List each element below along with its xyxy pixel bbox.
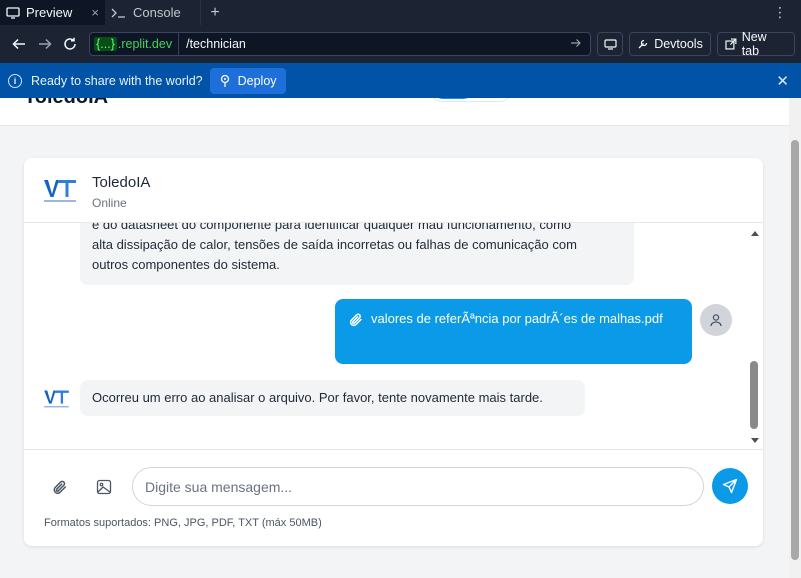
- attach-file-button[interactable]: [46, 473, 74, 501]
- message-scrollbar[interactable]: [749, 225, 762, 449]
- app-header: ToledoIA: [0, 98, 789, 126]
- tab-preview[interactable]: Preview ×: [0, 0, 105, 25]
- scroll-up-arrow-icon[interactable]: [751, 231, 759, 236]
- deploy-banner: i Ready to share with the world? Deploy …: [0, 63, 801, 98]
- user-avatar: [700, 304, 732, 336]
- attachment-filename[interactable]: valores de referÃªncia por padrÃ´es de m…: [371, 311, 663, 326]
- chat-header: ToledoIA Online: [24, 158, 763, 223]
- reload-button[interactable]: [57, 31, 83, 57]
- attach-image-button[interactable]: [90, 473, 118, 501]
- more-menu-icon[interactable]: ⋮: [773, 4, 787, 21]
- supported-formats-note: Formatos suportados: PNG, JPG, PDF, TXT …: [44, 517, 322, 529]
- browser-url-bar: {...} .replit.dev /technician Devtools N…: [0, 25, 801, 63]
- page-scroll-thumb[interactable]: [791, 140, 799, 560]
- terminal-icon: [111, 7, 127, 19]
- tab-console-label: Console: [133, 5, 181, 20]
- app-brand: ToledoIA: [24, 98, 108, 109]
- message-line: e do datasheet do componente para identi…: [92, 223, 572, 232]
- go-arrow-icon[interactable]: [570, 37, 586, 51]
- user-icon: [710, 314, 722, 327]
- address-bar[interactable]: {...} .replit.dev /technician: [89, 32, 592, 56]
- address-braces: {...}: [94, 37, 117, 51]
- toggle-on-segment: [431, 98, 475, 99]
- bot-error-message: Ocorreu um erro ao analisar o arquivo. P…: [80, 380, 585, 416]
- message-list[interactable]: e do datasheet do componente para identi…: [24, 223, 763, 449]
- page-scrollbar[interactable]: [789, 98, 801, 578]
- browser-tab-bar: Preview × Console + ⋮: [0, 0, 801, 25]
- devtools-label: Devtools: [654, 37, 703, 51]
- chat-status: Online: [92, 196, 127, 210]
- address-path: /technician: [186, 37, 246, 51]
- add-tab-button[interactable]: +: [201, 4, 229, 22]
- scroll-thumb[interactable]: [750, 361, 758, 429]
- message-input[interactable]: [132, 467, 704, 506]
- new-tab-label: New tab: [741, 30, 767, 58]
- page-viewport: ToledoIA ToledoIA Online e do datasheet …: [0, 98, 789, 578]
- theme-toggle[interactable]: [428, 98, 514, 102]
- chat-title: ToledoIA: [92, 174, 151, 191]
- bot-message: e do datasheet do componente para identi…: [80, 223, 634, 285]
- user-message: valores de referÃªncia por padrÃ´es de m…: [335, 299, 692, 364]
- paperclip-icon: [349, 312, 363, 328]
- arrow-left-icon: [12, 38, 25, 50]
- info-icon: i: [8, 73, 22, 88]
- forward-button[interactable]: [32, 31, 58, 57]
- vt-logo-icon: [44, 180, 76, 202]
- wrench-icon: [638, 39, 648, 49]
- tab-close-icon[interactable]: ×: [91, 5, 99, 20]
- tab-console[interactable]: Console: [105, 0, 201, 25]
- external-link-icon: [725, 38, 737, 50]
- monitor-icon: [6, 6, 20, 19]
- arrow-right-icon: [38, 38, 52, 50]
- deploy-label: Deploy: [237, 73, 277, 88]
- image-icon: [96, 479, 112, 495]
- bot-avatar-logo-icon: [44, 390, 69, 408]
- back-button[interactable]: [6, 31, 32, 57]
- scroll-down-arrow-icon[interactable]: [751, 438, 759, 443]
- deploy-icon: [220, 74, 229, 87]
- send-icon: [722, 478, 738, 494]
- screen-icon: [604, 38, 617, 50]
- deploy-button[interactable]: Deploy: [209, 67, 286, 94]
- tab-preview-label: Preview: [26, 5, 73, 20]
- banner-message: Ready to share with the world?: [31, 73, 203, 88]
- chat-card: ToledoIA Online e do datasheet do compon…: [24, 158, 763, 546]
- send-button[interactable]: [712, 468, 748, 504]
- address-host: {...} .replit.dev: [94, 33, 180, 55]
- message-composer: Formatos suportados: PNG, JPG, PDF, TXT …: [24, 449, 763, 546]
- message-line: alta dissipação de calor, tensões de saí…: [92, 237, 577, 252]
- devtools-button[interactable]: Devtools: [629, 32, 711, 56]
- new-tab-button[interactable]: New tab: [716, 30, 795, 58]
- reload-icon: [64, 37, 76, 50]
- paperclip-icon: [53, 480, 67, 494]
- address-host-text: .replit.dev: [117, 37, 173, 51]
- message-line: outros componentes do sistema.: [92, 257, 280, 272]
- device-preview-button[interactable]: [597, 32, 624, 56]
- banner-close-icon[interactable]: ✕: [776, 72, 789, 90]
